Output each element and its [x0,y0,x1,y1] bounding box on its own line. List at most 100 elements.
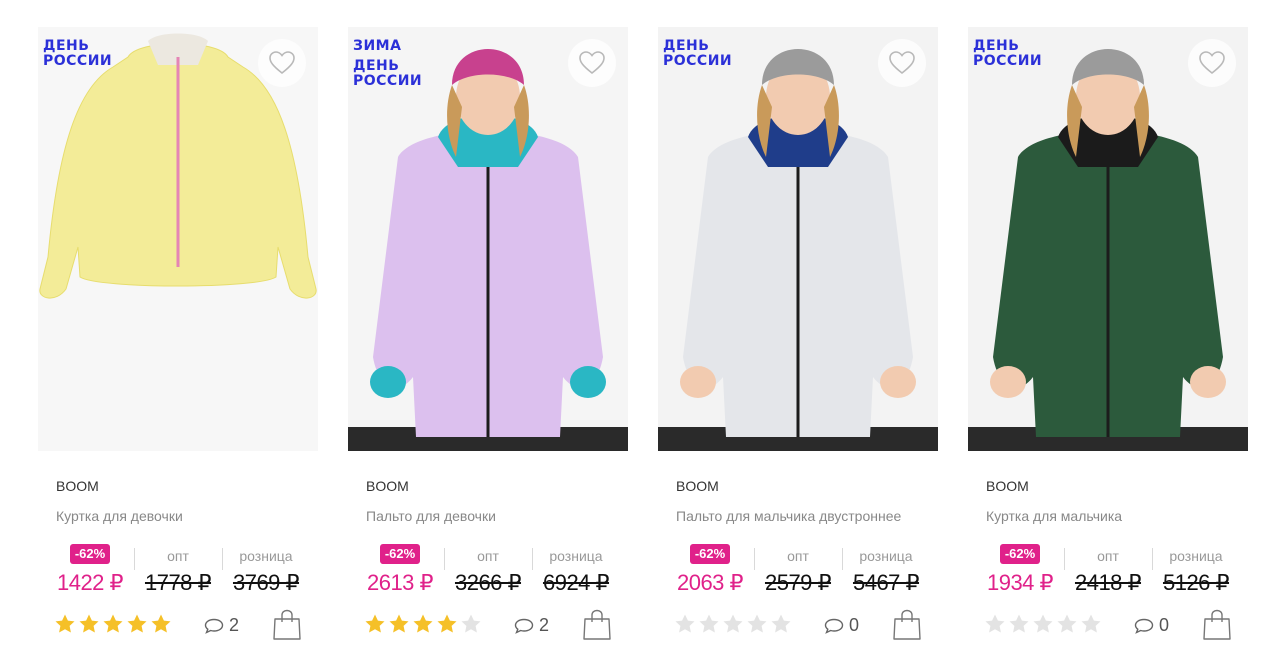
price-retail-label: розница [549,548,603,564]
price-opt-col: опт 2418 ₽ [1064,544,1152,602]
discount-badge: -62% [689,544,731,564]
star-icon[interactable] [1008,613,1030,635]
badge-list: ДЕНЬ РОССИИ [663,39,732,69]
comment-bubble-icon [824,618,844,634]
product-card[interactable]: ЗИМА ДЕНЬ РОССИИ BOOM Пальто для девочки… [348,27,628,640]
product-image [658,27,938,451]
product-photo[interactable]: ДЕНЬ РОССИИ [658,27,938,451]
price-opt-label: опт [1097,548,1119,564]
rating-stars[interactable] [54,613,172,635]
comments-count: 0 [849,615,860,635]
heart-icon [1199,51,1225,75]
price-opt: 3266 ₽ [454,570,522,595]
shopping-bag-icon [893,609,921,640]
comments-count: 0 [1159,615,1170,635]
product-grid: ДЕНЬ РОССИИ BOOM Куртка для девочки -62%… [38,27,1248,640]
discount-badge: -62% [999,544,1041,564]
star-icon[interactable] [770,613,792,635]
discount-badge: -62% [69,544,111,564]
comments-link[interactable]: 0 [1134,615,1169,636]
price-sale-col: -62% 2613 ₽ [356,544,444,602]
product-image [348,27,628,451]
price-block: -62% 1422 ₽ опт 1778 ₽ розница 3769 ₽ [46,544,310,602]
price-block: -62% 2613 ₽ опт 3266 ₽ розница 6924 ₽ [356,544,620,602]
star-icon[interactable] [1056,613,1078,635]
price-sale-col: -62% 1934 ₽ [976,544,1064,602]
price-opt-col: опт 2579 ₽ [754,544,842,602]
price-block: -62% 2063 ₽ опт 2579 ₽ розница 5467 ₽ [666,544,930,602]
star-icon[interactable] [460,613,482,635]
product-brand[interactable]: BOOM [366,478,409,494]
star-icon[interactable] [388,613,410,635]
comment-bubble-icon [204,618,224,634]
heart-icon [579,51,605,75]
card-footer: 0 [984,609,1240,643]
discount-badge: -62% [379,544,421,564]
comments-count: 2 [539,615,550,635]
price-retail: 5467 ₽ [852,570,920,595]
price-sale-col: -62% 2063 ₽ [666,544,754,602]
star-icon[interactable] [984,613,1006,635]
right-hand [880,366,916,398]
price-retail-col: розница 6924 ₽ [532,544,620,602]
promo-badge: ЗИМА [353,38,402,54]
heart-icon [269,51,295,75]
comments-link[interactable]: 2 [204,615,239,636]
price-sale: 1422 ₽ [56,570,124,595]
shopping-bag-icon [583,609,611,640]
favorite-button[interactable] [878,39,926,87]
star-icon[interactable] [78,613,100,635]
add-to-cart-button[interactable] [582,609,612,641]
star-icon[interactable] [674,613,696,635]
product-brand[interactable]: BOOM [676,478,719,494]
star-icon[interactable] [54,613,76,635]
star-icon[interactable] [698,613,720,635]
price-opt-label: опт [477,548,499,564]
price-opt-col: опт 1778 ₽ [134,544,222,602]
favorite-button[interactable] [1188,39,1236,87]
star-icon[interactable] [436,613,458,635]
star-icon[interactable] [150,613,172,635]
product-photo[interactable]: ДЕНЬ РОССИИ [968,27,1248,451]
product-title[interactable]: Куртка для мальчика [986,508,1122,524]
rating-stars[interactable] [674,613,792,635]
favorite-button[interactable] [568,39,616,87]
product-title[interactable]: Пальто для мальчика двустроннее [676,508,901,524]
product-title[interactable]: Пальто для девочки [366,508,496,524]
star-icon[interactable] [746,613,768,635]
comments-link[interactable]: 0 [824,615,859,636]
favorite-button[interactable] [258,39,306,87]
price-opt-col: опт 3266 ₽ [444,544,532,602]
product-photo[interactable]: ЗИМА ДЕНЬ РОССИИ [348,27,628,451]
add-to-cart-button[interactable] [1202,609,1232,641]
add-to-cart-button[interactable] [272,609,302,641]
promo-badge: ДЕНЬ РОССИИ [663,38,733,69]
rating-stars[interactable] [984,613,1102,635]
star-icon[interactable] [126,613,148,635]
card-footer: 0 [674,609,930,643]
product-card[interactable]: ДЕНЬ РОССИИ BOOM Пальто для мальчика дву… [658,27,938,640]
rating-stars[interactable] [364,613,482,635]
add-to-cart-button[interactable] [892,609,922,641]
badge-list: ДЕНЬ РОССИИ [43,39,112,69]
star-icon[interactable] [102,613,124,635]
product-brand[interactable]: BOOM [986,478,1029,494]
right-hand [570,366,606,398]
price-retail-col: розница 3769 ₽ [222,544,310,602]
comment-bubble-icon [514,618,534,634]
price-opt: 2579 ₽ [764,570,832,595]
star-icon[interactable] [722,613,744,635]
product-brand[interactable]: BOOM [56,478,99,494]
price-opt-label: опт [787,548,809,564]
product-card[interactable]: ДЕНЬ РОССИИ BOOM Куртка для девочки -62%… [38,27,318,640]
price-block: -62% 1934 ₽ опт 2418 ₽ розница 5126 ₽ [976,544,1240,602]
star-icon[interactable] [412,613,434,635]
product-card[interactable]: ДЕНЬ РОССИИ BOOM Куртка для мальчика -62… [968,27,1248,640]
product-image [968,27,1248,451]
comments-link[interactable]: 2 [514,615,549,636]
product-title[interactable]: Куртка для девочки [56,508,183,524]
star-icon[interactable] [1032,613,1054,635]
star-icon[interactable] [364,613,386,635]
star-icon[interactable] [1080,613,1102,635]
product-photo[interactable]: ДЕНЬ РОССИИ [38,27,318,451]
